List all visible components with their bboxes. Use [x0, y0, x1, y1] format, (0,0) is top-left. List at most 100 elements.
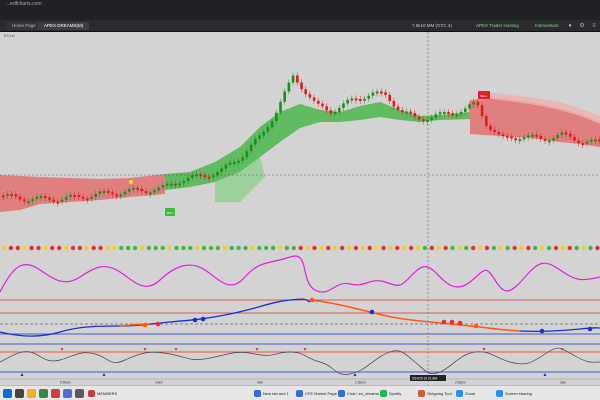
candle	[480, 105, 484, 117]
candle	[485, 116, 488, 126]
candle	[249, 144, 253, 152]
candle	[245, 151, 249, 158]
signal-dot	[29, 245, 34, 251]
candle	[304, 89, 307, 95]
candle	[27, 201, 30, 204]
signal-dot	[450, 245, 455, 251]
signal-dot	[595, 245, 600, 251]
signal-dot	[222, 245, 227, 251]
signal-dot	[408, 245, 414, 251]
candle	[296, 75, 299, 83]
candle	[2, 195, 5, 198]
taskbar-item-new-tab[interactable]: New tab and 1 more ...	[253, 389, 295, 398]
signal-dot	[484, 245, 490, 251]
tab-home-page[interactable]: Home Page	[6, 22, 42, 30]
buy-arrow-marker	[20, 373, 24, 376]
candle	[317, 100, 320, 104]
candle	[56, 201, 60, 204]
macd-dot	[192, 317, 198, 323]
browser-2-icon[interactable]	[63, 389, 72, 398]
signal-dot	[319, 245, 324, 251]
signal-dot	[326, 245, 331, 251]
signal-dot	[284, 245, 290, 251]
signal-dot	[43, 245, 48, 251]
taskbar-item-spotify[interactable]: Spotify Premium	[379, 389, 417, 398]
time-tick-label: 9:50am	[60, 381, 71, 385]
signal-dot	[429, 245, 434, 251]
signal-dot	[574, 245, 579, 251]
candle	[585, 141, 589, 144]
candle	[434, 114, 438, 118]
signal-dot	[195, 245, 200, 251]
candle	[98, 191, 102, 194]
candle	[312, 97, 316, 101]
signal-dot	[457, 245, 462, 251]
signal-dot	[250, 245, 255, 251]
taskbar-item-chat[interactable]: Chat / ex_dreams - ...	[337, 389, 379, 398]
candle	[144, 191, 148, 194]
macd-dot	[441, 319, 447, 325]
taskbar-item-outgoing[interactable]: Outgoing Tool	[417, 389, 455, 398]
signal-dot	[132, 245, 138, 251]
candle	[102, 190, 106, 193]
candle	[258, 135, 261, 140]
sell-signal-label: SELL	[480, 94, 488, 98]
taskbar-item-cfe[interactable]: CFE Market Page - ...	[295, 389, 337, 398]
candle	[564, 132, 568, 135]
crosshair-readout: 5/14/25 10:21 AM	[412, 377, 437, 381]
candle	[266, 127, 270, 132]
browser-bar: ...edfcharts.com	[0, 0, 600, 20]
signal-dot	[560, 245, 566, 251]
signal-dot	[346, 245, 352, 251]
mode-label[interactable]: Intervention	[535, 22, 559, 30]
taskbar-item-zoom[interactable]: Zoom Workplace	[455, 389, 495, 398]
candle	[207, 176, 211, 179]
chart-canvas[interactable]: BUY SELL 9:50am 10am 9am 1:30pm 2:30pm 3pm 5/…	[0, 32, 600, 385]
browser-icon[interactable]	[51, 389, 60, 398]
taskbar-item-members[interactable]: MEMBERS TRACK...	[87, 389, 127, 398]
time-axis: 9:50am 10am 9am 1:30pm 2:30pm 3pm	[60, 381, 567, 385]
signal-dot	[519, 245, 524, 251]
candle	[287, 82, 291, 92]
start-icon[interactable]	[3, 389, 12, 398]
search-icon[interactable]	[15, 389, 24, 398]
candle	[476, 101, 480, 106]
signal-dot	[257, 245, 262, 251]
candle	[455, 114, 459, 117]
candle	[384, 92, 387, 95]
trader-label[interactable]: APEX Trader Hosting	[476, 22, 519, 30]
signal-dot	[491, 245, 497, 251]
macd-line-orange	[309, 299, 521, 332]
candle	[396, 106, 400, 111]
signal-dot	[312, 245, 317, 251]
macd-dot	[473, 323, 479, 329]
trading-chart[interactable]: ES 1m BUY SELL 9:50am 10am 9am 1:30pm 2:…	[0, 32, 600, 385]
candle	[157, 187, 160, 191]
url-text[interactable]: ...edfcharts.com	[6, 1, 42, 7]
bear-cloud-right	[470, 98, 600, 147]
user-icon[interactable]: ●	[566, 22, 574, 30]
sell-arrow-marker	[303, 348, 307, 351]
tab-apex-dreams[interactable]: APEX DREAMS(M)	[38, 22, 90, 30]
taskbar-item-screen-sharing[interactable]: Screen sharing me...	[495, 389, 541, 398]
candle	[401, 110, 404, 113]
app-icon[interactable]	[39, 389, 48, 398]
file-explorer-icon[interactable]	[27, 389, 36, 398]
settings-icon[interactable]: ⚙	[578, 22, 586, 30]
candle	[535, 134, 538, 137]
candle	[128, 188, 131, 192]
signal-dot	[236, 245, 241, 251]
candle	[308, 94, 312, 98]
signal-dot	[395, 245, 400, 251]
macd-dot	[449, 319, 455, 325]
signal-dot	[533, 245, 538, 251]
candle	[552, 138, 555, 141]
signal-dot	[215, 245, 221, 251]
signal-dot	[388, 245, 393, 251]
menu-icon[interactable]: ≡	[590, 22, 598, 30]
signal-dot	[105, 245, 110, 251]
candle	[119, 194, 123, 197]
candle	[333, 111, 337, 114]
candle	[14, 194, 18, 197]
terminal-icon[interactable]	[75, 389, 84, 398]
